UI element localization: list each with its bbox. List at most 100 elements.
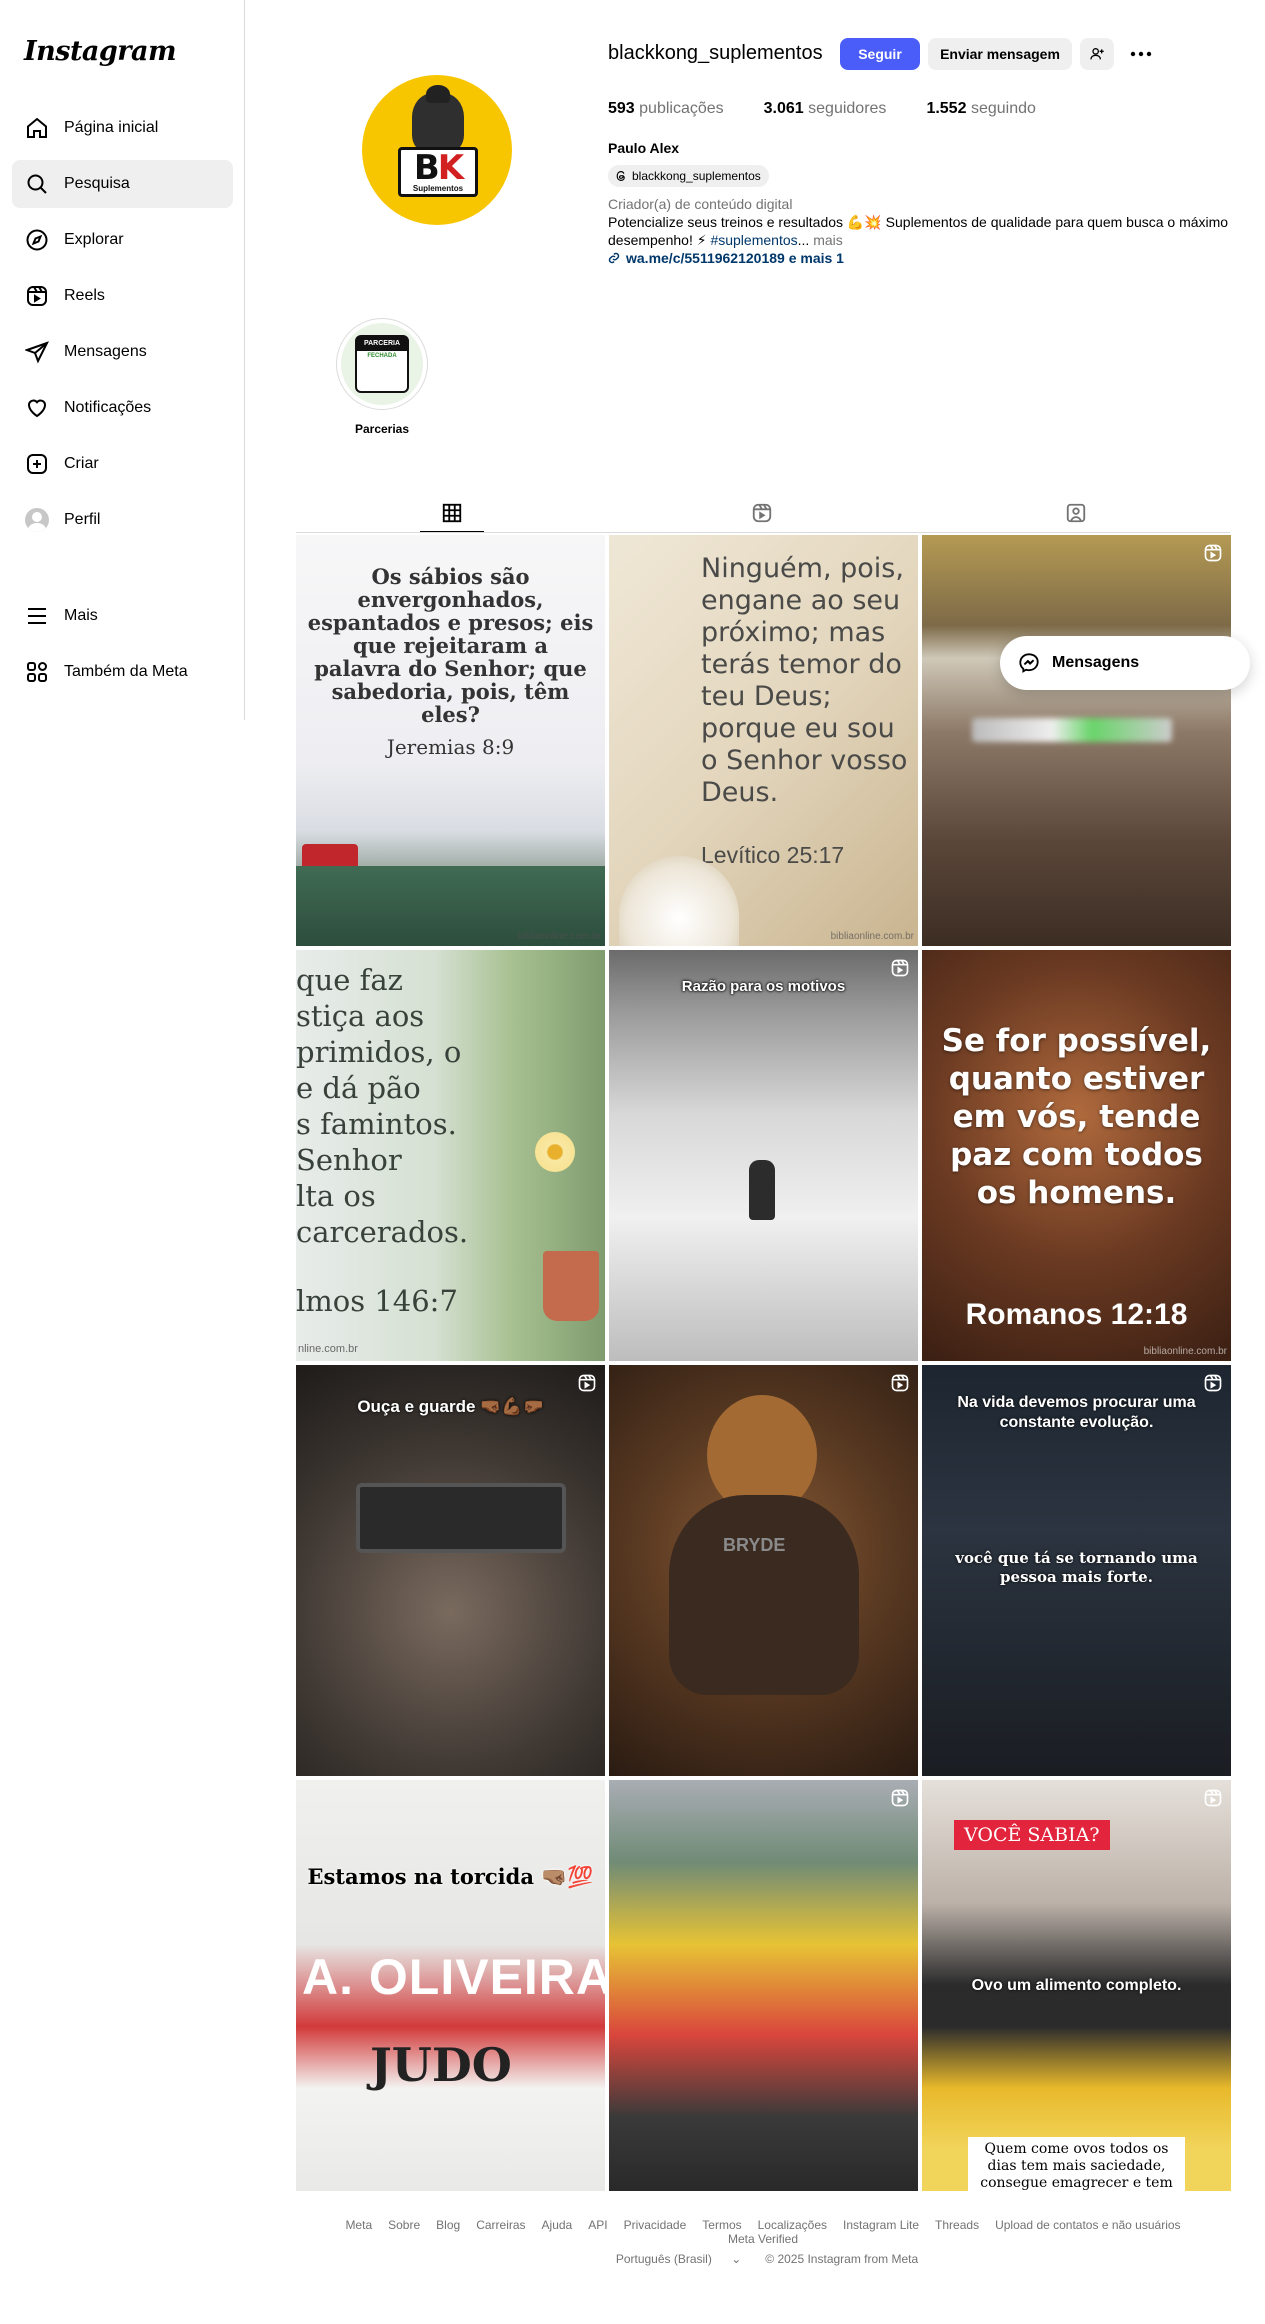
sidebar-item-create[interactable]: Criar — [12, 440, 233, 488]
footer-link[interactable]: Ajuda — [542, 2218, 573, 2232]
sidebar-item-label: Notificações — [64, 399, 152, 416]
highlight-cover: PARCERIA FECHADA — [341, 323, 423, 405]
brand-logo: BK Suplementos — [398, 147, 478, 197]
search-icon — [24, 171, 50, 197]
verse-line: que faz — [296, 963, 403, 997]
followers-count[interactable]: 3.061 seguidores — [764, 100, 887, 118]
footer-link[interactable]: Sobre — [388, 2218, 420, 2232]
post-caption-text: Na vida devemos procurar uma constante e… — [957, 1394, 1196, 1431]
post-tile[interactable]: que faz stiça aos primidos, o e dá pão s… — [296, 950, 605, 1361]
sidebar-item-explore[interactable]: Explorar — [12, 216, 233, 264]
floating-messages-button[interactable]: Mensagens — [1000, 636, 1250, 690]
verse-line: lta os — [296, 1179, 376, 1213]
post-tile[interactable] — [922, 535, 1231, 946]
add-user-button[interactable] — [1080, 38, 1114, 70]
post-tile[interactable]: VOCÊ SABIA? Ovo um alimento completo. Qu… — [922, 1780, 1231, 2191]
profile-picture[interactable]: BK Suplementos — [362, 75, 512, 225]
bio-more-link[interactable]: mais — [813, 232, 843, 248]
sidebar-item-messages[interactable]: Mensagens — [12, 328, 233, 376]
sidebar-item-reels[interactable]: Reels — [12, 272, 233, 320]
home-icon — [24, 115, 50, 141]
footer-link[interactable]: Localizações — [758, 2218, 827, 2232]
tab-posts[interactable] — [420, 494, 484, 532]
link-icon — [608, 252, 620, 264]
post-watermark: bibliaonline.com.br — [830, 931, 914, 942]
avatar-wrap — [24, 507, 50, 533]
bio-hashtag[interactable]: #suplementos — [710, 232, 797, 248]
sidebar-item-home[interactable]: Página inicial — [12, 104, 233, 152]
reel-icon — [891, 1789, 909, 1807]
post-verse-text: Os sábios são envergonhados, espantados … — [307, 564, 594, 727]
sidebar-item-profile[interactable]: Perfil — [12, 496, 233, 544]
post-caption-text: Ouça e guarde 🤜🏾💪🏾🤛🏾 — [357, 1397, 544, 1416]
footer-links: Meta Sobre Blog Carreiras Ajuda API Priv… — [296, 2218, 1230, 2246]
post-caption-text: Estamos na torcida 🤜🏽💯 — [307, 1864, 594, 1889]
reel-icon — [1204, 544, 1222, 562]
post-tile[interactable]: Razão para os motivos — [609, 950, 918, 1361]
footer-link[interactable]: Blog — [436, 2218, 460, 2232]
sidebar-item-search[interactable]: Pesquisa — [12, 160, 233, 208]
post-verse-ref: Romanos 12:18 — [965, 1298, 1188, 1331]
threads-badge[interactable]: blackkong_suplementos — [608, 165, 769, 187]
grid-icon — [442, 503, 462, 522]
following-count[interactable]: 1.552 seguindo — [926, 100, 1035, 118]
language-selector[interactable]: Português (Brasil) ⌄ — [608, 2252, 749, 2266]
footer-link[interactable]: Threads — [935, 2218, 979, 2232]
highlight-card-title: PARCERIA — [357, 337, 407, 351]
verse-line: primidos, o — [296, 1035, 462, 1069]
footer-link[interactable]: Meta — [345, 2218, 372, 2232]
verse-line: carcerados. — [296, 1215, 469, 1249]
menu-icon — [24, 603, 50, 629]
post-tile[interactable] — [609, 1780, 918, 2191]
post-badge: VOCÊ SABIA? — [954, 1820, 1110, 1850]
sidebar-nav: Página inicial Pesquisa Explorar Reels M… — [12, 104, 233, 552]
blurred-text — [972, 718, 1172, 742]
sidebar-item-more[interactable]: Mais — [12, 592, 233, 640]
post-tile[interactable]: Ouça e guarde 🤜🏾💪🏾🤛🏾 — [296, 1365, 605, 1776]
send-message-button[interactable]: Enviar mensagem — [928, 38, 1072, 70]
verse-line: e dá pão — [296, 1071, 421, 1105]
sidebar-item-also-from-meta[interactable]: Também da Meta — [12, 648, 233, 696]
tab-tagged[interactable] — [1044, 494, 1108, 532]
footer-link[interactable]: Carreiras — [476, 2218, 525, 2232]
tagged-icon — [1066, 503, 1086, 523]
post-tile[interactable]: Na vida devemos procurar uma constante e… — [922, 1365, 1231, 1776]
posts-count: 593 publicações — [608, 100, 724, 118]
add-user-icon — [1090, 48, 1104, 60]
brand-subtitle: Suplementos — [412, 184, 464, 193]
highlight-card-subtitle: FECHADA — [367, 353, 397, 359]
footer-bottom: Português (Brasil) ⌄ © 2025 Instagram fr… — [296, 2252, 1230, 2266]
sidebar: Instagram Página inicial Pesquisa Explor… — [0, 0, 245, 720]
instagram-logo[interactable]: Instagram — [24, 36, 177, 67]
judo-text: JUDO — [370, 2038, 512, 2092]
post-watermark: bibliaonline.com.br — [1143, 1346, 1227, 1357]
footer-link[interactable]: Privacidade — [624, 2218, 687, 2232]
profile-link-text: wa.me/c/5511962120189 e mais 1 — [626, 250, 844, 266]
sidebar-item-label: Criar — [64, 455, 99, 472]
sidebar-item-label: Também da Meta — [64, 663, 188, 680]
reels-tab-icon — [752, 503, 772, 523]
footer-link[interactable]: Upload de contatos e não usuários — [995, 2218, 1180, 2232]
post-tile[interactable]: Se for possível, quanto estiver em vós, … — [922, 950, 1231, 1361]
highlight-card: PARCERIA FECHADA — [355, 335, 409, 393]
sidebar-item-notifications[interactable]: Notificações — [12, 384, 233, 432]
reel-icon — [1204, 1374, 1222, 1392]
sidebar-item-label: Página inicial — [64, 119, 159, 136]
post-tile[interactable]: Estamos na torcida 🤜🏽💯 A. OLIVEIRA JUDO — [296, 1780, 605, 2191]
post-verse-text: Ninguém, pois, engane ao seu próximo; ma… — [701, 553, 908, 808]
tab-reels[interactable] — [730, 494, 794, 532]
profile-link[interactable]: wa.me/c/5511962120189 e mais 1 — [608, 250, 844, 266]
post-tile[interactable]: Ninguém, pois, engane ao seu próximo; ma… — [609, 535, 918, 946]
footer-link[interactable]: API — [588, 2218, 607, 2232]
footer-link[interactable]: Termos — [702, 2218, 741, 2232]
post-tile[interactable]: Os sábios são envergonhados, espantados … — [296, 535, 605, 946]
story-highlight-parcerias[interactable]: PARCERIA FECHADA Parcerias — [336, 318, 428, 436]
footer-link[interactable]: Meta Verified — [728, 2232, 798, 2246]
sidebar-item-label: Mensagens — [64, 343, 147, 360]
post-watermark: bibliaonline.com.br — [517, 931, 601, 942]
more-options-button[interactable] — [1124, 38, 1158, 70]
post-tile[interactable]: BRYDE — [609, 1365, 918, 1776]
footer-link[interactable]: Instagram Lite — [843, 2218, 919, 2232]
reels-icon — [24, 283, 50, 309]
follow-button[interactable]: Seguir — [840, 38, 920, 70]
